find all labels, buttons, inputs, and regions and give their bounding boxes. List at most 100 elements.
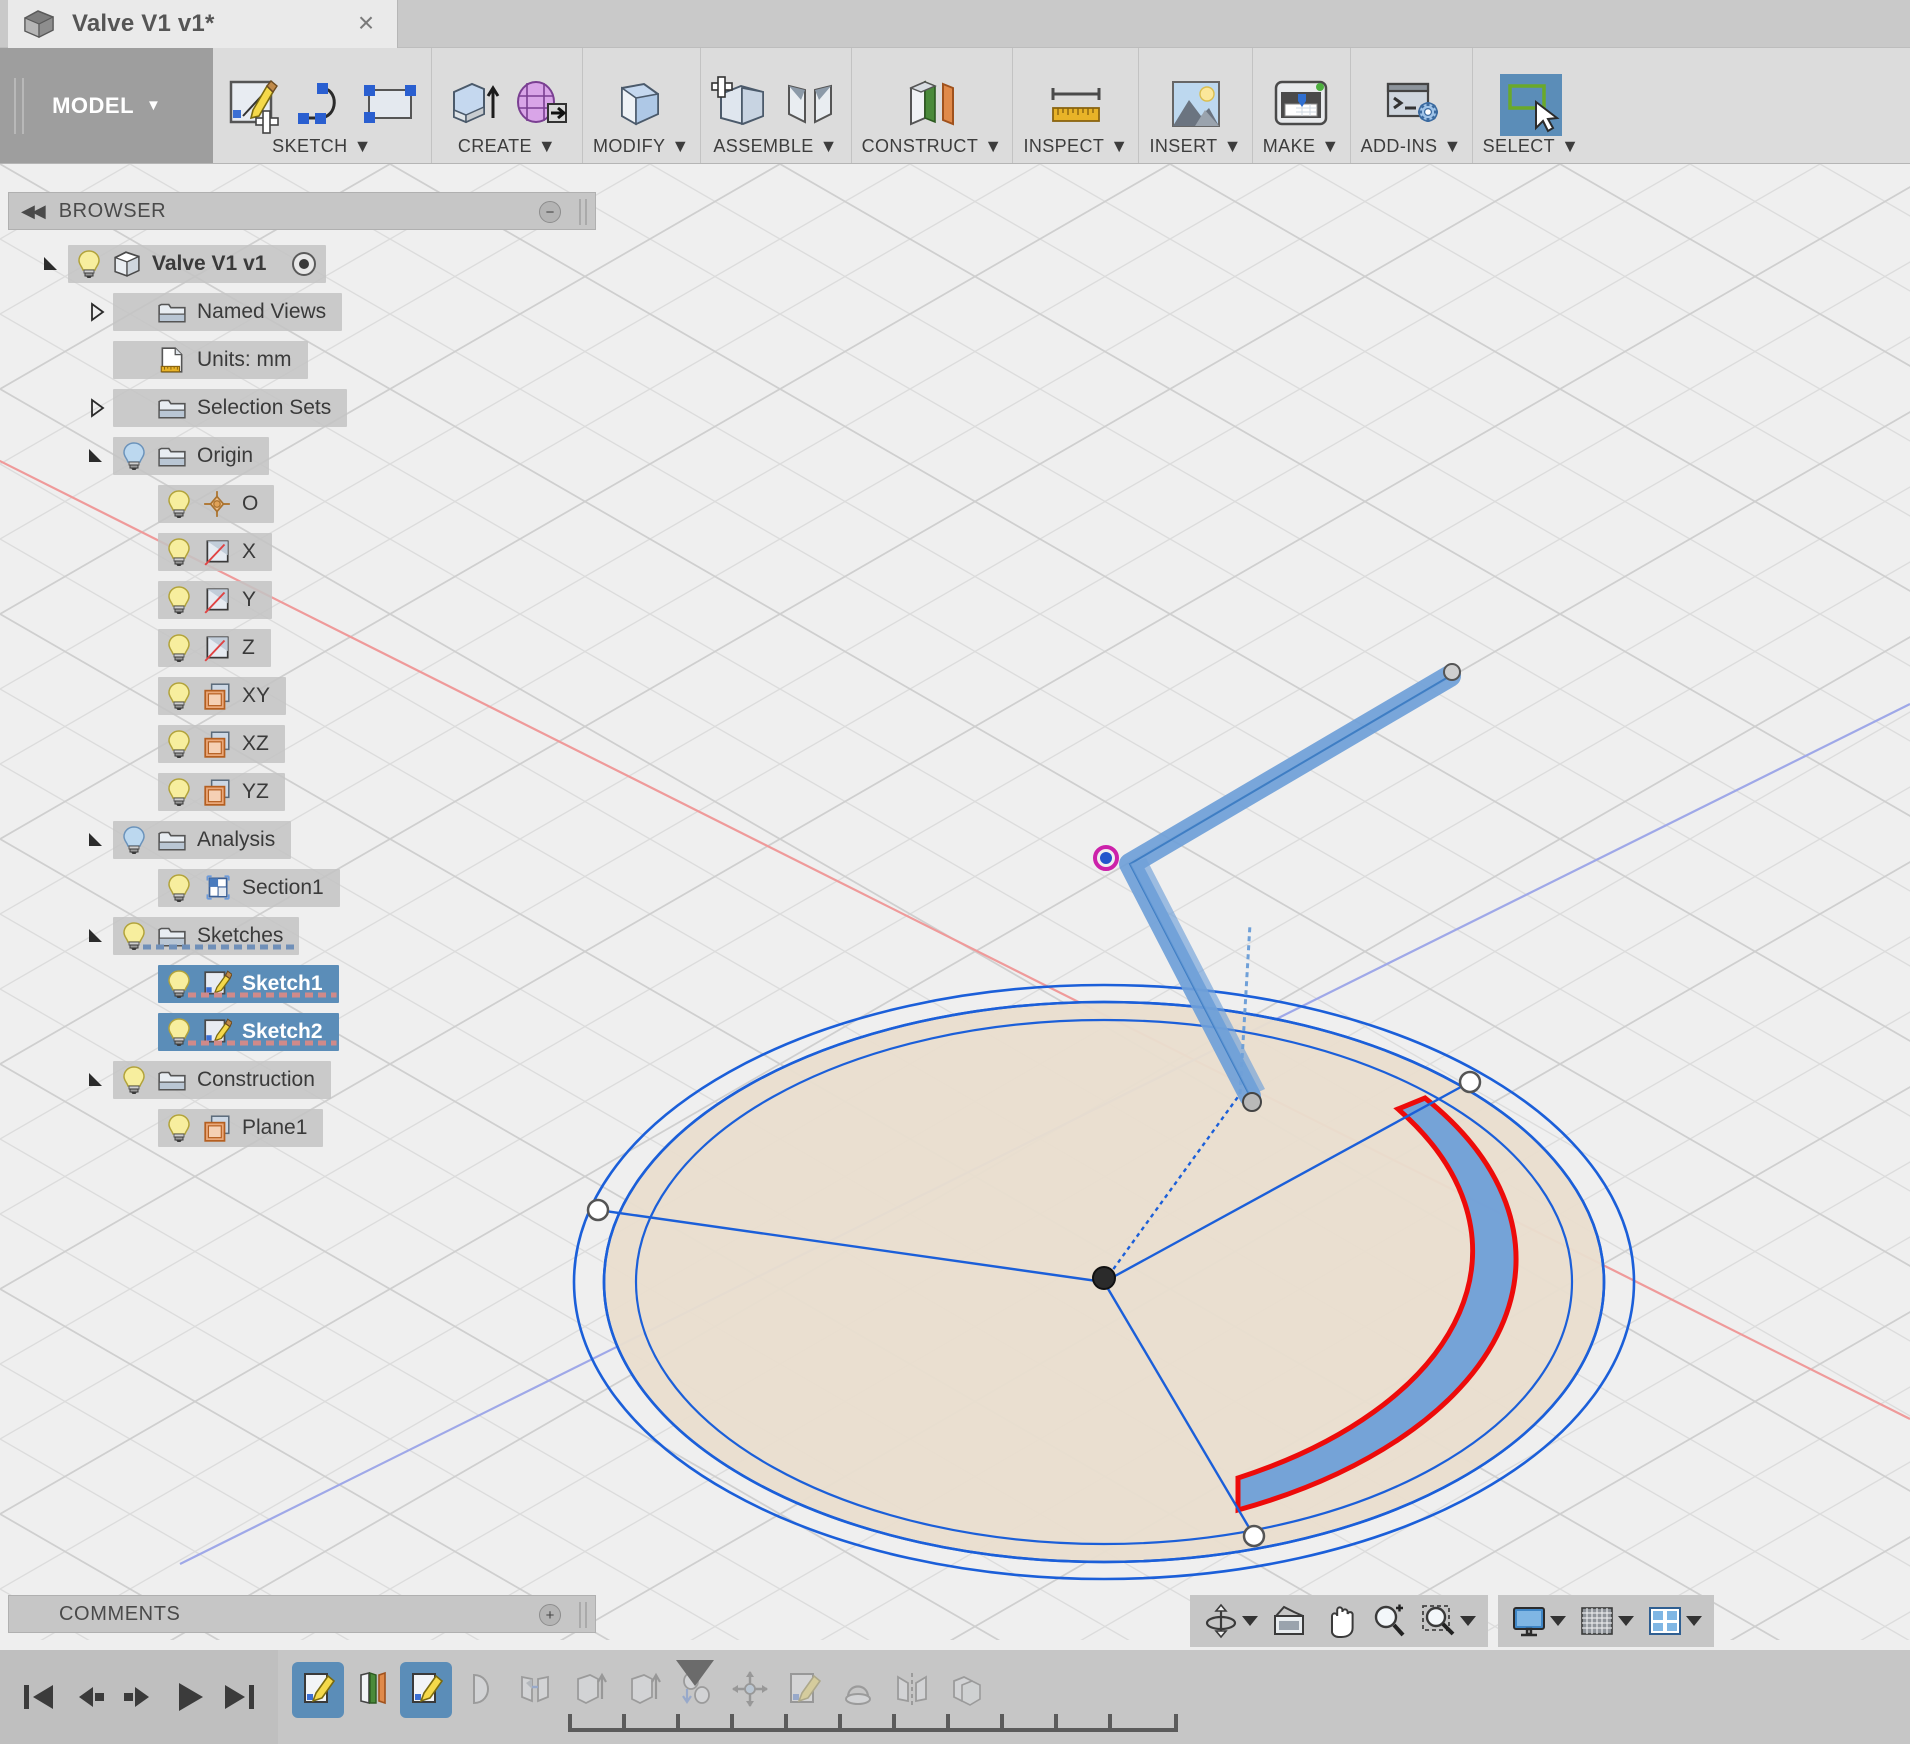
timeline-track[interactable] [568, 1714, 1178, 1732]
add-comment-icon[interactable]: + [539, 1604, 561, 1626]
tree-node-body[interactable]: Sketch2 [158, 1013, 339, 1051]
3d-print-icon[interactable] [1270, 74, 1332, 136]
minimize-icon[interactable]: − [539, 201, 561, 223]
document-tab[interactable]: Valve V1 v1* × [8, 0, 398, 48]
offset-plane-icon[interactable] [901, 74, 963, 136]
step-forward-button[interactable] [117, 1675, 161, 1719]
chevron-down-icon[interactable] [1550, 1616, 1566, 1626]
tree-node-body[interactable]: Construction [113, 1061, 331, 1099]
tree-node-body[interactable]: Selection Sets [113, 389, 348, 427]
tree-node-body[interactable]: XY [158, 677, 287, 715]
tree-node-z[interactable]: Z [0, 624, 600, 672]
tree-node-selection-sets[interactable]: Selection Sets [0, 384, 600, 432]
light-bulb-icon[interactable] [166, 537, 192, 567]
timeline-track-area[interactable] [278, 1650, 1910, 1744]
tree-node-yz[interactable]: YZ [0, 768, 600, 816]
joint-feature[interactable] [508, 1662, 560, 1718]
tree-node-o[interactable]: O [0, 480, 600, 528]
revolve-icon[interactable] [510, 74, 572, 136]
tree-node-body[interactable]: X [158, 533, 273, 571]
tree-node-units-mm[interactable]: Units: mm [0, 336, 600, 384]
viewports-button[interactable] [1642, 1602, 1706, 1640]
panel-add-ins-label[interactable]: ADD-INS ▼ [1361, 136, 1462, 163]
workspace-selector[interactable]: MODEL ▼ [0, 48, 213, 163]
insert-image-icon[interactable] [1165, 74, 1227, 136]
comments-grip[interactable] [579, 1602, 587, 1628]
twisty-expanded-icon[interactable] [40, 253, 62, 275]
activate-component-radio[interactable] [290, 250, 318, 278]
tree-node-body[interactable]: Analysis [113, 821, 292, 859]
twisty-collapsed-icon[interactable] [85, 397, 107, 419]
panel-sketch-label[interactable]: SKETCH ▼ [272, 136, 372, 163]
light-bulb-icon[interactable] [166, 585, 192, 615]
tree-node-body[interactable]: Plane1 [158, 1109, 324, 1147]
extrude2-feature[interactable] [616, 1662, 668, 1718]
grid-snaps-button[interactable] [1574, 1602, 1638, 1640]
scripts-addins-icon[interactable] [1380, 74, 1442, 136]
chevron-down-icon[interactable] [1686, 1616, 1702, 1626]
move-feature[interactable] [724, 1662, 776, 1718]
panel-create-label[interactable]: CREATE ▼ [458, 136, 556, 163]
tree-node-sketch2[interactable]: Sketch2 [0, 1008, 600, 1056]
twisty-collapsed-icon[interactable] [85, 301, 107, 323]
light-bulb-icon[interactable] [166, 873, 192, 903]
light-bulb-icon[interactable] [121, 441, 147, 471]
tree-node-sketch1[interactable]: Sketch1 [0, 960, 600, 1008]
new-component-icon[interactable] [710, 74, 773, 136]
tree-node-body[interactable]: Origin [113, 437, 270, 475]
sketch2-feature[interactable] [400, 1662, 452, 1718]
sketch1-feature[interactable] [292, 1662, 344, 1718]
tree-node-xz[interactable]: XZ [0, 720, 600, 768]
panel-select-label[interactable]: SELECT ▼ [1483, 136, 1580, 163]
orbit-button[interactable] [1198, 1602, 1262, 1640]
tree-node-body[interactable]: Named Views [113, 293, 343, 331]
go-to-end-button[interactable] [217, 1675, 261, 1719]
tree-node-body[interactable]: Z [158, 629, 271, 667]
create-sketch-icon[interactable] [223, 74, 285, 136]
chevron-down-icon[interactable] [1460, 1616, 1476, 1626]
tree-node-valve-v1-v1[interactable]: Valve V1 v1 [0, 240, 600, 288]
panel-modify-label[interactable]: MODIFY ▼ [593, 136, 690, 163]
extrude-icon[interactable] [442, 74, 504, 136]
play-button[interactable] [167, 1675, 211, 1719]
light-bulb-icon[interactable] [121, 825, 147, 855]
light-bulb-icon[interactable] [166, 489, 192, 519]
pan-button[interactable] [1316, 1602, 1362, 1640]
tree-node-body[interactable]: Sketch1 [158, 965, 339, 1003]
extrude-feature[interactable] [562, 1662, 614, 1718]
light-bulb-icon[interactable] [166, 681, 192, 711]
tree-node-body[interactable]: YZ [158, 773, 285, 811]
light-bulb-icon[interactable] [76, 249, 102, 279]
light-bulb-icon[interactable] [166, 777, 192, 807]
panel-assemble-label[interactable]: ASSEMBLE ▼ [713, 136, 837, 163]
chevron-down-icon[interactable] [1618, 1616, 1634, 1626]
press-pull-icon[interactable] [610, 74, 672, 136]
step-back-button[interactable] [67, 1675, 111, 1719]
tree-node-body[interactable]: Valve V1 v1 [68, 245, 327, 283]
panel-construct-label[interactable]: CONSTRUCT ▼ [862, 136, 1003, 163]
tree-node-origin[interactable]: Origin [0, 432, 600, 480]
pattern-feature[interactable] [940, 1662, 992, 1718]
twisty-expanded-icon[interactable] [85, 445, 107, 467]
tree-node-y[interactable]: Y [0, 576, 600, 624]
mirror-feature[interactable] [886, 1662, 938, 1718]
tree-node-body[interactable]: Section1 [158, 869, 340, 907]
light-bulb-icon[interactable] [166, 633, 192, 663]
sweep-feature[interactable] [832, 1662, 884, 1718]
light-bulb-icon[interactable] [121, 1065, 147, 1095]
tree-node-analysis[interactable]: Analysis [0, 816, 600, 864]
tree-node-xy[interactable]: XY [0, 672, 600, 720]
display-settings-button[interactable] [1506, 1602, 1570, 1640]
browser-header[interactable]: ◀◀ BROWSER − [8, 192, 596, 230]
joint-icon[interactable] [779, 74, 841, 136]
tree-node-x[interactable]: X [0, 528, 600, 576]
construction-plane-feature[interactable] [346, 1662, 398, 1718]
tree-node-body[interactable]: Units: mm [113, 341, 308, 379]
tree-node-named-views[interactable]: Named Views [0, 288, 600, 336]
rectangle-icon[interactable] [359, 74, 421, 136]
twisty-expanded-icon[interactable] [85, 829, 107, 851]
spline-icon[interactable] [291, 74, 353, 136]
revolve-feature[interactable] [454, 1662, 506, 1718]
tree-node-section1[interactable]: Section1 [0, 864, 600, 912]
tree-node-body[interactable]: Sketches [113, 917, 300, 955]
